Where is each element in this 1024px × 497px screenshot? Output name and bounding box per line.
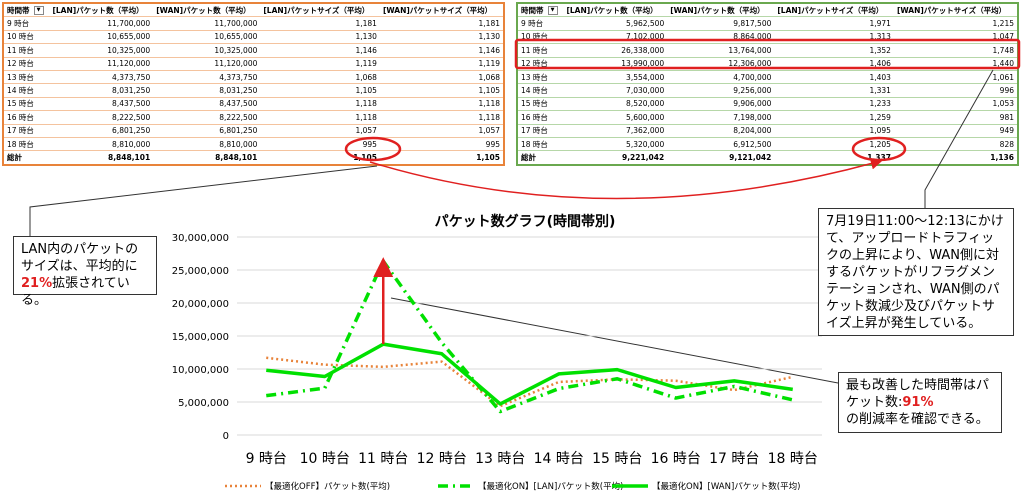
data-point xyxy=(675,397,677,399)
x-tick-label: 13 時台 xyxy=(475,451,525,467)
data-point xyxy=(558,381,560,383)
data-point xyxy=(441,353,443,355)
data-point xyxy=(499,403,501,405)
data-point xyxy=(324,364,326,366)
data-point xyxy=(324,387,326,389)
highlight-ellipse xyxy=(344,136,402,162)
data-point xyxy=(733,385,735,387)
data-point xyxy=(324,375,326,377)
data-point xyxy=(382,260,384,262)
data-point xyxy=(792,388,794,390)
data-point xyxy=(792,376,794,378)
legend-label: 【最適化ON】[LAN]パケット数(平均) xyxy=(478,481,623,492)
data-point xyxy=(558,373,560,375)
callout-connector xyxy=(29,165,378,236)
x-tick-label: 10 時台 xyxy=(300,451,350,467)
callout-text: 7月19日11:00～12:13にかけて、アップロードトラフィックの上昇により、… xyxy=(826,214,1004,331)
data-point xyxy=(733,389,735,391)
x-tick-label: 18 時台 xyxy=(768,451,818,467)
y-tick-label: 15,000,000 xyxy=(172,332,229,343)
data-point xyxy=(616,369,618,371)
data-point xyxy=(265,369,267,371)
wan-fragmentation-callout: 7月19日11:00～12:13にかけて、アップロードトラフィックの上昇により、… xyxy=(818,208,1014,336)
callout-text: LAN内のパケットのサイズは、平均的に xyxy=(21,242,139,274)
x-tick-label: 12 時台 xyxy=(417,451,467,467)
y-tick-label: 30,000,000 xyxy=(172,233,229,244)
data-point xyxy=(616,378,618,380)
legend-label: 【最適化OFF】パケット数(平均) xyxy=(265,481,390,492)
y-tick-label: 5,000,000 xyxy=(178,398,229,409)
data-point xyxy=(265,357,267,359)
highlight-box xyxy=(514,38,1021,70)
highlight-ellipse xyxy=(851,136,907,162)
x-tick-label: 14 時台 xyxy=(534,451,584,467)
callout-connector xyxy=(924,69,994,208)
legend-label: 【最適化ON】[WAN]パケット数(平均) xyxy=(652,481,800,492)
data-point xyxy=(265,395,267,397)
data-point xyxy=(733,380,735,382)
x-tick-label: 16 時台 xyxy=(651,451,701,467)
y-tick-label: 20,000,000 xyxy=(172,299,229,310)
x-tick-label: 15 時台 xyxy=(592,451,642,467)
data-point xyxy=(675,380,677,382)
y-tick-label: 25,000,000 xyxy=(172,266,229,277)
data-point xyxy=(441,361,443,363)
y-tick-label: 0 xyxy=(223,431,229,442)
data-point xyxy=(382,366,384,368)
callout-text: の削減率を確認できる。 xyxy=(846,412,989,427)
x-tick-label: 11 時台 xyxy=(358,451,408,467)
reduction-rate-callout: 最も改善した時間帯はパケット数:91% の削減率を確認できる。 xyxy=(838,372,1002,433)
comparison-arrow xyxy=(369,157,883,200)
callout-highlight: 91% xyxy=(902,395,934,410)
data-point xyxy=(675,386,677,388)
callout-highlight: 21% xyxy=(21,276,53,291)
data-point xyxy=(792,399,794,401)
x-tick-label: 17 時台 xyxy=(709,451,759,467)
y-tick-label: 10,000,000 xyxy=(172,365,229,376)
data-point xyxy=(558,388,560,390)
lan-size-callout: LAN内のパケットのサイズは、平均的に21%拡張されている。 xyxy=(13,236,157,308)
data-point xyxy=(499,411,501,413)
x-tick-label: 9 時台 xyxy=(246,451,287,467)
data-point xyxy=(441,342,443,344)
chart-title: パケット数グラフ(時間帯別) xyxy=(435,213,616,230)
